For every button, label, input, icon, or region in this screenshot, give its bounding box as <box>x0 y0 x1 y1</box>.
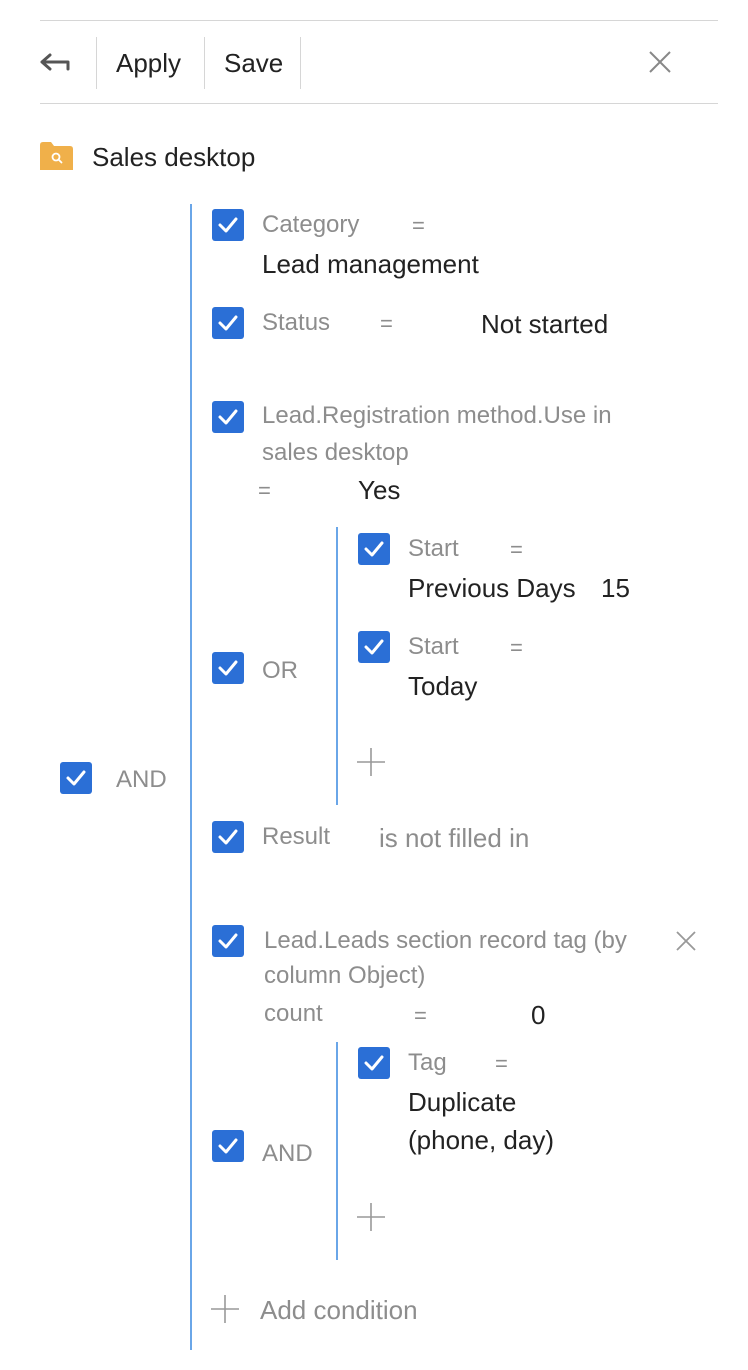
start2-checkbox[interactable] <box>358 631 390 663</box>
registration-value[interactable]: Yes <box>358 475 400 506</box>
folder-name: Sales desktop <box>92 142 256 172</box>
and-subgroup-add-icon[interactable] <box>356 1202 386 1232</box>
tag-aggregate-column-line2[interactable]: column Object) <box>264 962 425 990</box>
toolbar-separator <box>300 37 301 89</box>
root-group-operator[interactable]: AND <box>116 766 167 794</box>
tag-value-line1[interactable]: Duplicate <box>408 1087 516 1118</box>
or-group-operator[interactable]: OR <box>262 657 298 685</box>
tag-operator[interactable]: = <box>495 1051 508 1077</box>
status-column[interactable]: Status <box>262 309 330 337</box>
and-subgroup-line <box>336 1042 338 1260</box>
tag-aggregate-column-line1[interactable]: Lead.Leads section record tag (by <box>264 927 627 955</box>
root-group-checkbox[interactable] <box>60 762 92 794</box>
or-group-checkbox[interactable] <box>212 652 244 684</box>
tag-column[interactable]: Tag <box>408 1049 447 1077</box>
or-group-line <box>336 527 338 805</box>
status-checkbox[interactable] <box>212 307 244 339</box>
back-arrow-icon[interactable] <box>38 48 76 78</box>
apply-button[interactable]: Apply <box>116 48 181 79</box>
add-condition-icon[interactable] <box>210 1294 240 1324</box>
root-group-line <box>190 204 192 1350</box>
status-value[interactable]: Not started <box>481 309 608 340</box>
start2-column[interactable]: Start <box>408 633 459 661</box>
start1-checkbox[interactable] <box>358 533 390 565</box>
category-column[interactable]: Category <box>262 211 359 239</box>
category-value[interactable]: Lead management <box>262 249 479 280</box>
tag-aggregate-checkbox[interactable] <box>212 925 244 957</box>
tag-value-line2[interactable]: (phone, day) <box>408 1125 554 1156</box>
close-icon[interactable] <box>648 50 672 74</box>
start2-value[interactable]: Today <box>408 671 477 702</box>
and-subgroup-operator[interactable]: AND <box>262 1140 313 1168</box>
or-group-add-icon[interactable] <box>356 747 386 777</box>
tag-aggregate-value[interactable]: 0 <box>531 1000 545 1031</box>
toolbar-bottom-divider <box>40 103 718 104</box>
remove-condition-icon[interactable] <box>675 930 697 952</box>
tag-aggregate-function[interactable]: count <box>264 1000 323 1028</box>
status-operator[interactable]: = <box>380 311 393 337</box>
registration-operator[interactable]: = <box>258 478 271 504</box>
start1-operator[interactable]: = <box>510 537 523 563</box>
registration-column-line2[interactable]: sales desktop <box>262 439 409 467</box>
folder-search-icon <box>40 142 73 170</box>
toolbar-separator <box>96 37 97 89</box>
add-condition-button[interactable]: Add condition <box>260 1295 418 1326</box>
registration-checkbox[interactable] <box>212 401 244 433</box>
tag-checkbox[interactable] <box>358 1047 390 1079</box>
tag-aggregate-operator[interactable]: = <box>414 1003 427 1029</box>
save-button[interactable]: Save <box>224 48 283 79</box>
toolbar-top-divider <box>40 20 718 21</box>
start1-column[interactable]: Start <box>408 535 459 563</box>
and-subgroup-checkbox[interactable] <box>212 1130 244 1162</box>
start2-operator[interactable]: = <box>510 635 523 661</box>
category-operator[interactable]: = <box>412 213 425 239</box>
result-column[interactable]: Result <box>262 823 330 851</box>
registration-column-line1[interactable]: Lead.Registration method.Use in <box>262 402 612 430</box>
toolbar-separator <box>204 37 205 89</box>
result-checkbox[interactable] <box>212 821 244 853</box>
start1-value-days[interactable]: 15 <box>601 573 630 604</box>
start1-value[interactable]: Previous Days <box>408 573 576 604</box>
category-checkbox[interactable] <box>212 209 244 241</box>
result-operator[interactable]: is not filled in <box>379 823 529 854</box>
